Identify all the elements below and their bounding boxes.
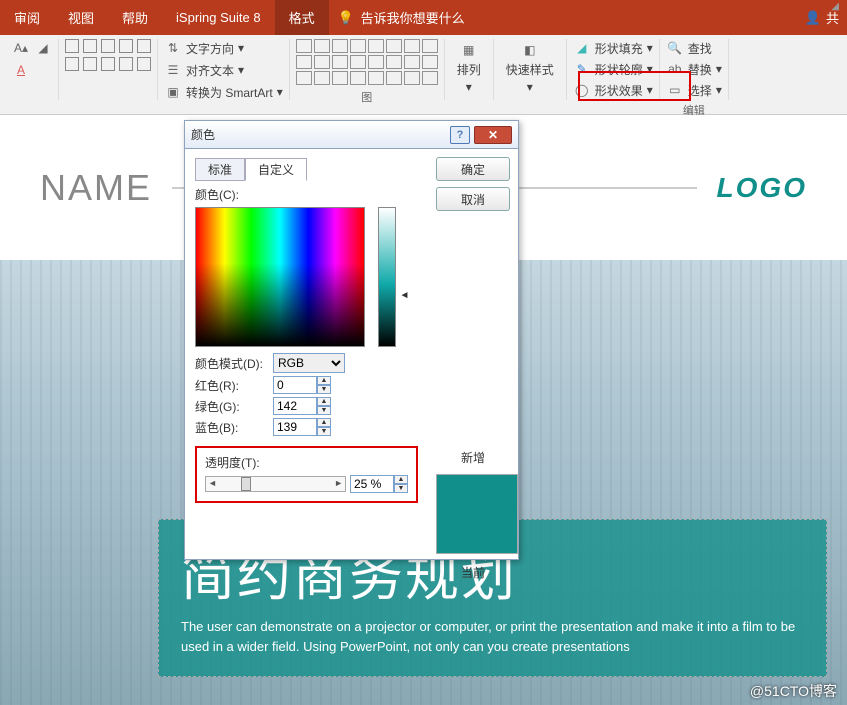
ribbon: A▴ ◢ A ⇅文字方向 ▾ ☰对齐文本 ▾ ▣转换为 SmartArt ▾ xyxy=(0,35,847,115)
bulb-icon: 💡 xyxy=(337,9,355,27)
text-direction-button[interactable]: ⇅文字方向 ▾ xyxy=(164,39,283,57)
transparency-label: 透明度(T): xyxy=(205,454,408,471)
green-up-icon[interactable]: ▲ xyxy=(317,397,331,406)
tab-review[interactable]: 审阅 xyxy=(0,0,54,35)
transparency-slider[interactable]: ◄ ► xyxy=(205,476,346,492)
mode-label: 颜色模式(D): xyxy=(195,355,267,372)
blue-down-icon[interactable]: ▼ xyxy=(317,427,331,436)
smartart-icon: ▣ xyxy=(164,83,182,101)
color-dialog: 颜色 ? ✕ 标准 自定义 颜色(C): 颜色模式(D): RGB 红色(R):… xyxy=(184,120,519,560)
t-up-icon[interactable]: ▲ xyxy=(394,475,408,484)
tab-format[interactable]: 格式 xyxy=(275,0,329,35)
green-down-icon[interactable]: ▼ xyxy=(317,406,331,415)
luminance-slider[interactable] xyxy=(378,207,396,347)
slide-subtitle[interactable]: The user can demonstrate on a projector … xyxy=(181,617,804,656)
color-preview xyxy=(436,474,518,554)
dialog-launcher-icon[interactable]: ◢ xyxy=(831,1,839,12)
ribbon-tabs: 审阅 视图 帮助 iSpring Suite 8 格式 💡 告诉我你想要什么 👤… xyxy=(0,0,847,35)
indent-in-icon[interactable] xyxy=(119,39,133,53)
slider-left-icon[interactable]: ◄ xyxy=(208,478,217,488)
find-button[interactable]: 🔍查找 xyxy=(666,39,722,57)
justify-icon[interactable] xyxy=(119,57,133,71)
cancel-button[interactable]: 取消 xyxy=(436,187,510,211)
tell-me-search[interactable]: 💡 告诉我你想要什么 xyxy=(337,8,465,27)
share-button[interactable]: 👤 共 xyxy=(804,8,847,27)
arrange-icon: ▦ xyxy=(460,41,478,59)
bullets-icon[interactable] xyxy=(65,39,79,53)
align-text-button[interactable]: ☰对齐文本 ▾ xyxy=(164,61,283,79)
blue-input[interactable] xyxy=(273,418,317,436)
color-label: 颜色(C): xyxy=(195,186,418,203)
share-icon: 👤 xyxy=(804,9,822,27)
fill-icon: ◢ xyxy=(573,39,591,57)
dialog-title: 颜色 xyxy=(191,126,450,143)
text-direction-icon: ⇅ xyxy=(164,39,182,57)
find-icon: 🔍 xyxy=(666,39,684,57)
numbering-icon[interactable] xyxy=(83,39,97,53)
arrange-group: ▦ 排列▾ xyxy=(445,39,494,100)
color-spectrum[interactable] xyxy=(195,207,365,347)
slider-thumb[interactable] xyxy=(241,477,251,491)
ok-button[interactable]: 确定 xyxy=(436,157,510,181)
transparency-input[interactable] xyxy=(350,475,394,493)
font-size-up-icon[interactable]: A▴ xyxy=(12,39,30,57)
green-label: 绿色(G): xyxy=(195,398,267,415)
new-color-label: 新增 xyxy=(436,449,510,466)
t-down-icon[interactable]: ▼ xyxy=(394,484,408,493)
clear-format-icon[interactable]: ◢ xyxy=(34,39,52,57)
paragraph-group xyxy=(59,39,158,100)
dialog-tabs: 标准 自定义 xyxy=(195,157,418,180)
red-label: 红色(R): xyxy=(195,377,267,394)
quickstyles-icon: ◧ xyxy=(521,41,539,59)
font-color-icon[interactable]: A xyxy=(12,61,30,79)
transparency-spinner[interactable]: ▲▼ xyxy=(350,475,408,493)
tab-view[interactable]: 视图 xyxy=(54,0,108,35)
logo-placeholder[interactable]: LOGO xyxy=(717,172,807,204)
blue-spinner[interactable]: ▲▼ xyxy=(273,418,331,436)
align-center-icon[interactable] xyxy=(83,57,97,71)
red-up-icon[interactable]: ▲ xyxy=(317,376,331,385)
color-mode-select[interactable]: RGB xyxy=(273,353,345,373)
help-button[interactable]: ? xyxy=(450,126,470,144)
tab-standard[interactable]: 标准 xyxy=(195,158,245,181)
shapes-group: 图 xyxy=(290,39,445,100)
name-placeholder[interactable]: NAME xyxy=(40,167,152,209)
green-input[interactable] xyxy=(273,397,317,415)
align-right-icon[interactable] xyxy=(101,57,115,71)
tab-ispring[interactable]: iSpring Suite 8 xyxy=(162,0,275,35)
green-spinner[interactable]: ▲▼ xyxy=(273,397,331,415)
shape-fill-button[interactable]: ◢形状填充 ▾ xyxy=(573,39,653,57)
blue-up-icon[interactable]: ▲ xyxy=(317,418,331,427)
transparency-section: 透明度(T): ◄ ► ▲▼ xyxy=(195,446,418,503)
line-spacing-icon[interactable] xyxy=(137,39,151,53)
red-input[interactable] xyxy=(273,376,317,394)
align-left-icon[interactable] xyxy=(65,57,79,71)
shapes-group-label: 图 xyxy=(296,89,438,105)
shapes-gallery[interactable] xyxy=(296,39,438,85)
close-button[interactable]: ✕ xyxy=(474,126,512,144)
blue-label: 蓝色(B): xyxy=(195,419,267,436)
align-text-icon: ☰ xyxy=(164,61,182,79)
quickstyles-group: ◧ 快速样式▾ xyxy=(494,39,567,100)
arrange-button[interactable]: ▦ 排列▾ xyxy=(451,39,487,96)
slider-right-icon[interactable]: ► xyxy=(334,478,343,488)
text-layout-group: ⇅文字方向 ▾ ☰对齐文本 ▾ ▣转换为 SmartArt ▾ xyxy=(158,39,290,100)
red-spinner[interactable]: ▲▼ xyxy=(273,376,331,394)
red-down-icon[interactable]: ▼ xyxy=(317,385,331,394)
tab-help[interactable]: 帮助 xyxy=(108,0,162,35)
indent-out-icon[interactable] xyxy=(101,39,115,53)
tab-custom[interactable]: 自定义 xyxy=(245,158,307,181)
quickstyles-button[interactable]: ◧ 快速样式▾ xyxy=(500,39,560,96)
dialog-titlebar[interactable]: 颜色 ? ✕ xyxy=(185,121,518,149)
current-color-label: 当前 xyxy=(436,564,510,581)
font-group: A▴ ◢ A xyxy=(6,39,59,100)
tell-me-label: 告诉我你想要什么 xyxy=(361,8,465,27)
smartart-button[interactable]: ▣转换为 SmartArt ▾ xyxy=(164,83,283,101)
watermark: @51CTO博客 xyxy=(750,681,837,701)
columns-icon[interactable] xyxy=(137,57,151,71)
highlight-shape-fill xyxy=(578,71,691,101)
